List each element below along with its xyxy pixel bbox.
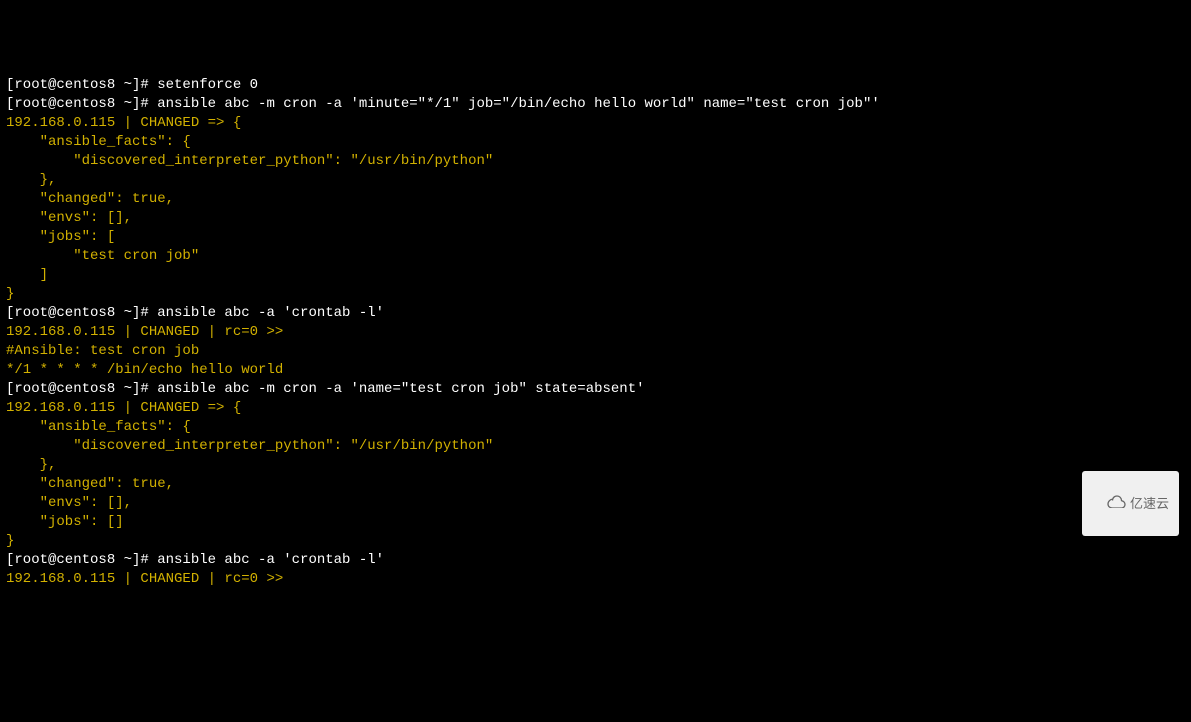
terminal-line: */1 * * * * /bin/echo hello world	[6, 361, 1185, 380]
terminal-text: 192.168.0.115 | CHANGED | rc=0 >>	[6, 324, 283, 340]
terminal-text: [root@centos8 ~]# ansible abc -m cron -a…	[6, 96, 880, 112]
terminal-line: 192.168.0.115 | CHANGED => {	[6, 399, 1185, 418]
terminal-text: "changed": true,	[6, 191, 174, 207]
terminal-text: 192.168.0.115 | CHANGED => {	[6, 115, 241, 131]
terminal-text: [root@centos8 ~]# ansible abc -m cron -a…	[6, 381, 645, 397]
terminal-line: },	[6, 456, 1185, 475]
terminal-line: "discovered_interpreter_python": "/usr/b…	[6, 437, 1185, 456]
terminal-text: }	[6, 533, 14, 549]
terminal-line: [root@centos8 ~]# ansible abc -m cron -a…	[6, 95, 1185, 114]
terminal-text: [root@centos8 ~]# setenforce 0	[6, 77, 258, 93]
terminal-line: [root@centos8 ~]# ansible abc -m cron -a…	[6, 380, 1185, 399]
terminal-text: "discovered_interpreter_python": "/usr/b…	[6, 438, 493, 454]
terminal-text: 192.168.0.115 | CHANGED | rc=0 >>	[6, 571, 283, 587]
terminal-text: */1 * * * * /bin/echo hello world	[6, 362, 283, 378]
terminal-line: "ansible_facts": {	[6, 418, 1185, 437]
terminal-line: "ansible_facts": {	[6, 133, 1185, 152]
terminal-text: [root@centos8 ~]# ansible abc -a 'cronta…	[6, 305, 384, 321]
terminal-line: "jobs": []	[6, 513, 1185, 532]
terminal-text: [root@centos8 ~]# ansible abc -a 'cronta…	[6, 552, 384, 568]
terminal-line: 192.168.0.115 | CHANGED | rc=0 >>	[6, 570, 1185, 589]
terminal-line: 192.168.0.115 | CHANGED | rc=0 >>	[6, 323, 1185, 342]
terminal-line: [root@centos8 ~]# ansible abc -a 'cronta…	[6, 551, 1185, 570]
terminal-text: }	[6, 286, 14, 302]
watermark-badge: 亿速云	[1082, 471, 1179, 536]
terminal-text: "envs": [],	[6, 210, 132, 226]
terminal-text: #Ansible: test cron job	[6, 343, 199, 359]
terminal-line: "changed": true,	[6, 475, 1185, 494]
terminal-line: },	[6, 171, 1185, 190]
terminal-line: #Ansible: test cron job	[6, 342, 1185, 361]
terminal-line: "envs": [],	[6, 209, 1185, 228]
terminal-line: "envs": [],	[6, 494, 1185, 513]
terminal-line: 192.168.0.115 | CHANGED => {	[6, 114, 1185, 133]
terminal-text: "discovered_interpreter_python": "/usr/b…	[6, 153, 493, 169]
terminal-output[interactable]: [root@centos8 ~]# setenforce 0 [root@cent…	[0, 76, 1191, 589]
terminal-line: }	[6, 285, 1185, 304]
terminal-text: "test cron job"	[6, 248, 199, 264]
terminal-line: "jobs": [	[6, 228, 1185, 247]
terminal-text: ]	[6, 267, 48, 283]
terminal-line: "discovered_interpreter_python": "/usr/b…	[6, 152, 1185, 171]
terminal-text: },	[6, 172, 56, 188]
terminal-text: "envs": [],	[6, 495, 132, 511]
terminal-line: "test cron job"	[6, 247, 1185, 266]
terminal-line: [root@centos8 ~]# setenforce 0	[6, 76, 1185, 95]
terminal-text: 192.168.0.115 | CHANGED => {	[6, 400, 241, 416]
cloud-icon	[1092, 475, 1126, 532]
watermark-text: 亿速云	[1130, 494, 1169, 513]
terminal-text: "changed": true,	[6, 476, 174, 492]
terminal-line: ]	[6, 266, 1185, 285]
terminal-text: "jobs": [	[6, 229, 115, 245]
terminal-line: }	[6, 532, 1185, 551]
terminal-line: [root@centos8 ~]# ansible abc -a 'cronta…	[6, 304, 1185, 323]
terminal-line: "changed": true,	[6, 190, 1185, 209]
terminal-text: "ansible_facts": {	[6, 419, 191, 435]
terminal-text: "jobs": []	[6, 514, 124, 530]
terminal-text: },	[6, 457, 56, 473]
terminal-text: "ansible_facts": {	[6, 134, 191, 150]
